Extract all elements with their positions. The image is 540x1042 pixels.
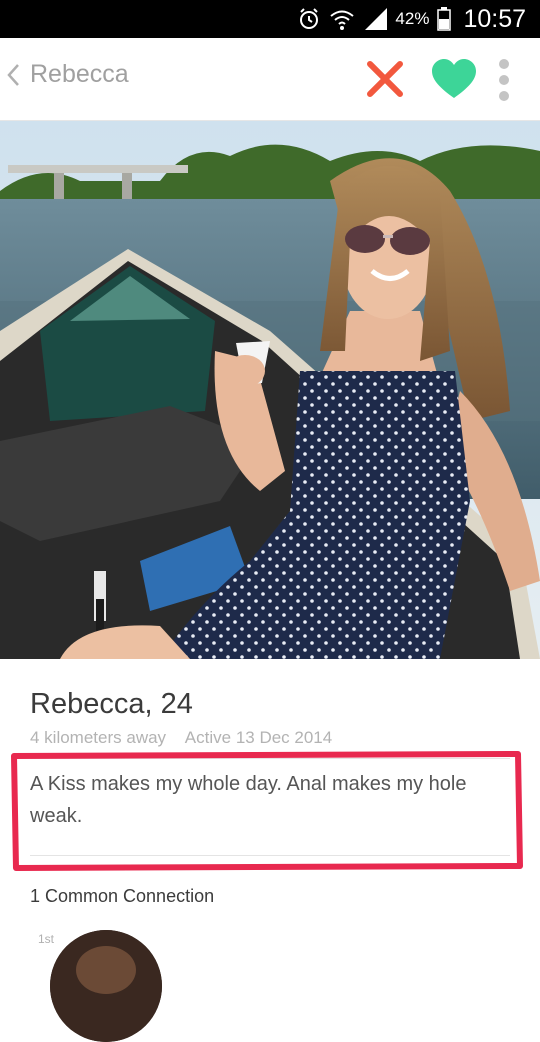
battery-percent: 42% [395,9,430,28]
alarm-icon [300,8,319,29]
chevron-left-icon [7,63,19,86]
close-icon[interactable] [364,58,406,100]
back-button[interactable]: Rebecca [6,60,129,89]
app-header: Rebecca [0,38,540,121]
profile-name-age: Rebecca, 24 [30,688,193,720]
profile-photo[interactable] [0,121,540,659]
common-connections-title: 1 Common Connection [30,886,215,906]
connection-degree-badge: 1st [38,932,55,946]
more-vertical-icon[interactable] [496,58,512,102]
profile-meta: 4 kilometers away Active 13 Dec 2014 [30,728,332,748]
distance-text: 4 kilometers away [30,728,167,747]
status-bar: 42% 10:57 [0,0,540,38]
back-label: Rebecca [30,60,129,88]
connection-avatar[interactable] [50,930,162,1042]
battery-icon [437,7,452,31]
clock: 10:57 [463,4,526,33]
signal-icon [365,8,388,30]
active-text: Active 13 Dec 2014 [184,728,333,747]
profile-bio: A Kiss makes my whole day. Anal makes my… [30,773,467,827]
heart-icon[interactable] [430,58,478,100]
wifi-icon [330,10,355,30]
divider [30,758,510,759]
divider [30,855,510,856]
status-icons: 42% 10:57 [297,0,526,38]
